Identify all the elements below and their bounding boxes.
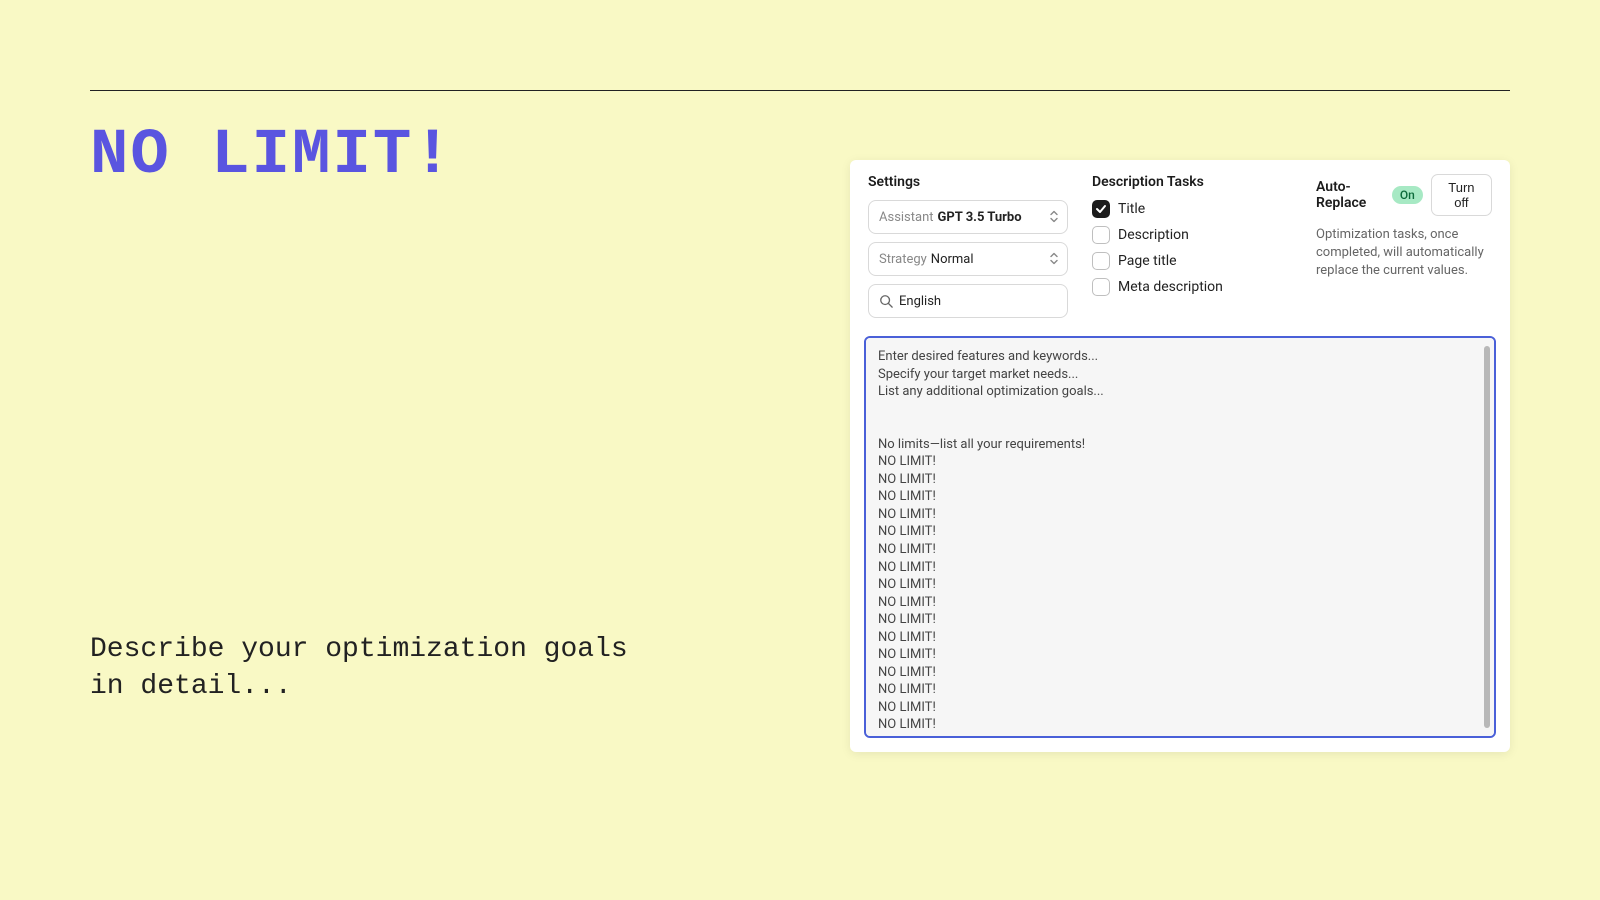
goals-textarea[interactable]: Enter desired features and keywords...Sp…	[864, 336, 1496, 738]
textarea-line: Enter desired features and keywords...	[878, 348, 1482, 366]
task-checkbox-page-title[interactable]: Page title	[1092, 252, 1292, 270]
textarea-line: NO LIMIT!	[878, 471, 1482, 489]
textarea-line: NO LIMIT!	[878, 523, 1482, 541]
assistant-select-label: Assistant	[879, 210, 934, 225]
textarea-line	[878, 401, 1482, 419]
assistant-select-value: GPT 3.5 Turbo	[938, 210, 1022, 225]
settings-panel: Settings Assistant GPT 3.5 Turbo Strateg…	[850, 160, 1510, 752]
auto-replace-title: Auto-Replace	[1316, 179, 1384, 211]
textarea-line: Specify your target market needs...	[878, 366, 1482, 384]
checkbox-icon	[1092, 278, 1110, 296]
task-label: Meta description	[1118, 279, 1223, 295]
textarea-line: NO LIMIT!	[878, 576, 1482, 594]
task-list: Title Description Page title Meta descripti…	[1092, 200, 1292, 296]
task-checkbox-description[interactable]: Description	[1092, 226, 1292, 244]
strategy-select-value: Normal	[931, 252, 974, 267]
assistant-select[interactable]: Assistant GPT 3.5 Turbo	[868, 200, 1068, 234]
settings-heading: Settings	[868, 174, 1068, 190]
chevron-updown-icon	[1049, 210, 1059, 225]
auto-replace-state-badge: On	[1392, 186, 1423, 204]
task-label: Description	[1118, 227, 1189, 243]
scrollbar[interactable]	[1484, 346, 1490, 728]
textarea-line: NO LIMIT!	[878, 716, 1482, 734]
textarea-line: NO LIMIT!	[878, 559, 1482, 577]
textarea-line: NO LIMIT!	[878, 646, 1482, 664]
checkbox-icon	[1092, 252, 1110, 270]
textarea-line: NO LIMIT!	[878, 594, 1482, 612]
language-search[interactable]: English	[868, 284, 1068, 318]
turn-off-button[interactable]: Turn off	[1431, 174, 1492, 216]
textarea-line: NO LIMIT!	[878, 681, 1482, 699]
textarea-line: NO LIMIT!	[878, 629, 1482, 647]
auto-replace-column: Auto-Replace On Turn off Optimization ta…	[1316, 174, 1492, 326]
strategy-select[interactable]: Strategy Normal	[868, 242, 1068, 276]
task-label: Title	[1118, 201, 1145, 217]
search-icon	[879, 294, 893, 308]
settings-column: Settings Assistant GPT 3.5 Turbo Strateg…	[868, 174, 1068, 326]
slide-headline: NO LIMIT!	[90, 120, 454, 192]
task-checkbox-meta-description[interactable]: Meta description	[1092, 278, 1292, 296]
tasks-column: Description Tasks Title Description Page t…	[1092, 174, 1292, 326]
textarea-line	[878, 418, 1482, 436]
language-value: English	[899, 294, 941, 309]
strategy-select-label: Strategy	[879, 252, 927, 267]
textarea-line: No limits—list all your requirements!	[878, 436, 1482, 454]
auto-replace-header: Auto-Replace On Turn off	[1316, 174, 1492, 216]
task-checkbox-title[interactable]: Title	[1092, 200, 1292, 218]
textarea-line: List any additional optimization goals..…	[878, 383, 1482, 401]
textarea-line: NO LIMIT!	[878, 506, 1482, 524]
textarea-line: NO LIMIT!	[878, 453, 1482, 471]
slide-divider	[90, 90, 1510, 91]
tasks-heading: Description Tasks	[1092, 174, 1292, 190]
textarea-line: NO LIMIT!	[878, 611, 1482, 629]
textarea-line: NO LIMIT!	[878, 541, 1482, 559]
textarea-line: NO LIMIT!	[878, 664, 1482, 682]
panel-top-row: Settings Assistant GPT 3.5 Turbo Strateg…	[864, 174, 1496, 336]
task-label: Page title	[1118, 253, 1177, 269]
chevron-updown-icon	[1049, 252, 1059, 267]
checkbox-icon	[1092, 200, 1110, 218]
textarea-line: NO LIMIT!	[878, 488, 1482, 506]
textarea-line: NO LIMIT!	[878, 699, 1482, 717]
checkbox-icon	[1092, 226, 1110, 244]
slide-subhead: Describe your optimization goals in deta…	[90, 632, 650, 705]
auto-replace-description: Optimization tasks, once completed, will…	[1316, 226, 1492, 281]
